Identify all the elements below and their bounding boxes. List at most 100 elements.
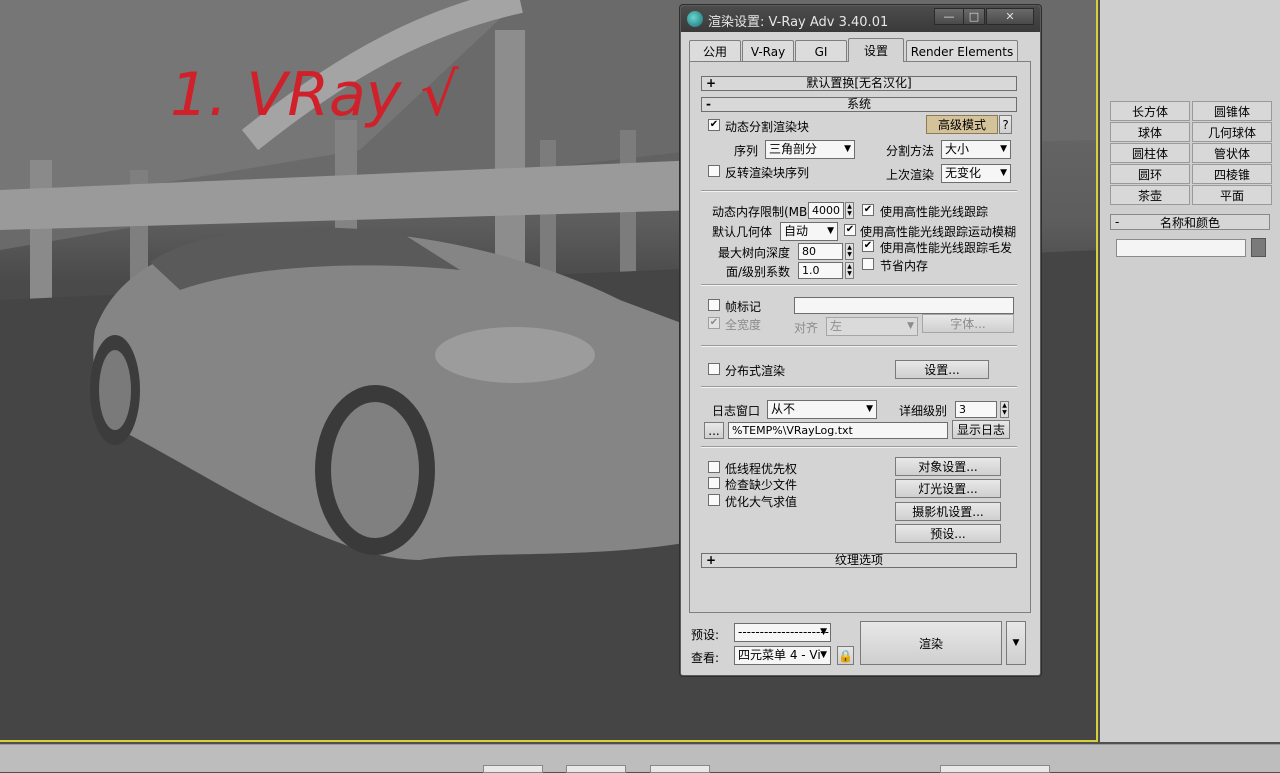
reverse-sequence-label: 反转渲染块序列 [725,166,810,180]
optimize-atmospherics-checkbox[interactable] [708,494,720,506]
rollout-title: 纹理选项 [834,553,883,567]
object-color-swatch[interactable] [1251,238,1266,257]
dialog-titlebar[interactable]: 渲染设置: V-Ray Adv 3.40.01 — □ ✕ [681,6,1040,32]
previous-render-value: 无变化 [945,166,982,180]
face-level-spinner[interactable]: 1.0 [798,262,843,279]
preset-value: --------------------- [738,625,829,639]
spinner-arrows-icon[interactable]: ▲ ▼ [1000,401,1009,418]
rollout-title: 默认置换[无名汉化] [806,76,912,90]
frame-stamp-field[interactable] [794,297,1014,314]
distributed-settings-button[interactable]: 设置... [895,360,989,379]
log-window-label: 日志窗口 [712,404,761,418]
log-path-field[interactable]: %TEMP%\VRayLog.txt [728,422,948,439]
full-width-checkbox[interactable]: ✔ [708,317,720,329]
memory-limit-label: 动态内存限制(MB) [712,205,812,219]
show-log-button[interactable]: 显示日志 [952,420,1010,439]
reverse-sequence-checkbox[interactable] [708,165,720,177]
maximize-button[interactable]: □ [963,8,985,25]
torus-button[interactable]: 圆环 [1110,164,1190,184]
help-button[interactable]: ? [999,115,1012,134]
annotation-text: 1. VRay √ [170,60,459,130]
plane-button[interactable]: 平面 [1192,185,1272,205]
box-button[interactable]: 长方体 [1110,101,1190,121]
embree-hair-checkbox[interactable]: ✔ [862,240,874,252]
conserve-memory-checkbox[interactable] [862,258,874,270]
frame-stamp-label: 帧标记 [725,300,762,314]
light-settings-button[interactable]: 灯光设置... [895,479,1001,498]
embree-checkbox[interactable]: ✔ [862,204,874,216]
preset-select[interactable]: --------------------- ▼ [734,623,831,642]
settings-tab-body: + 默认置换[无名汉化] - 系统 ✔ 动态分割渲染块 高级模式 ? 序列 三角… [689,61,1031,613]
sphere-button[interactable]: 球体 [1110,122,1190,142]
view-label: 查看: [691,651,720,665]
divider [701,190,1017,192]
sequence-select[interactable]: 三角剖分 ▼ [765,140,855,159]
tab-render-elements[interactable]: Render Elements [906,40,1018,62]
divider [701,284,1017,286]
spinner-arrows-icon[interactable]: ▲ ▼ [845,262,854,279]
check-missing-files-checkbox[interactable] [708,477,720,489]
split-method-label: 分割方法 [886,144,935,158]
texture-options-rollout[interactable]: + 纹理选项 [701,553,1017,568]
lock-icon: 🔒 [838,648,853,663]
system-rollout[interactable]: - 系统 [701,97,1017,112]
embree-motion-label: 使用高性能光线跟踪运动模糊 [860,225,1017,239]
close-button[interactable]: ✕ [986,8,1034,25]
max-tree-depth-spinner[interactable]: 80 [798,243,843,260]
teapot-button[interactable]: 茶壶 [1110,185,1190,205]
previous-render-select[interactable]: 无变化 ▼ [941,164,1011,183]
lock-view-button[interactable]: 🔒 [837,646,854,665]
advanced-mode-button[interactable]: 高级模式 [926,115,998,134]
name-color-rollout[interactable]: - 名称和颜色 [1110,214,1270,230]
memory-limit-spinner[interactable]: 4000 [808,202,844,219]
view-value: 四元菜单 4 - Vi [738,648,821,662]
max-tree-depth-label: 最大树向深度 [718,246,791,260]
tab-common[interactable]: 公用 [689,40,741,62]
object-settings-button[interactable]: 对象设置... [895,457,1001,476]
divider [701,345,1017,347]
split-method-select[interactable]: 大小 ▼ [941,140,1011,159]
chevron-down-icon: ▼ [1000,168,1007,178]
render-button[interactable]: 渲染 [860,621,1002,665]
justify-label: 对齐 [794,321,819,335]
geosphere-button[interactable]: 几何球体 [1192,122,1272,142]
view-select[interactable]: 四元菜单 4 - Vi ▼ [734,646,831,665]
default-geometry-select[interactable]: 自动 ▼ [780,222,838,241]
tab-vray[interactable]: V-Ray [742,40,794,62]
low-thread-priority-checkbox[interactable] [708,461,720,473]
presets-button[interactable]: 预设... [895,524,1001,543]
tube-button[interactable]: 管状体 [1192,143,1272,163]
cylinder-button[interactable]: 圆柱体 [1110,143,1190,163]
default-displacement-rollout[interactable]: + 默认置换[无名汉化] [701,76,1017,91]
dynamic-split-checkbox[interactable]: ✔ [708,119,720,131]
sequence-label: 序列 [734,144,759,158]
low-thread-priority-label: 低线程优先权 [725,462,798,476]
justify-select[interactable]: 左 ▼ [826,317,918,336]
minimize-button[interactable]: — [934,8,964,25]
distributed-render-checkbox[interactable] [708,363,720,375]
chevron-down-icon: ▼ [866,404,873,414]
command-panel: 长方体 圆锥体 球体 几何球体 圆柱体 管状体 圆环 四棱锥 茶壶 平面 - 名… [1100,0,1280,742]
log-window-select[interactable]: 从不 ▼ [767,400,877,419]
primitive-buttons: 长方体 圆锥体 球体 几何球体 圆柱体 管状体 圆环 四棱锥 茶壶 平面 [1110,101,1272,205]
spinner-arrows-icon[interactable]: ▲ ▼ [845,243,854,260]
rollout-plus-icon: + [706,76,717,90]
embree-motion-checkbox[interactable]: ✔ [844,224,856,236]
tab-settings[interactable]: 设置 [848,38,904,62]
tab-gi[interactable]: GI [795,40,847,62]
font-button[interactable]: 字体... [922,314,1014,333]
spinner-arrows-icon[interactable]: ▲ ▼ [845,202,854,219]
previous-render-label: 上次渲染 [886,168,935,182]
app-icon [687,11,703,27]
embree-hair-label: 使用高性能光线跟踪毛发 [880,241,1013,255]
frame-stamp-checkbox[interactable] [708,299,720,311]
cone-button[interactable]: 圆锥体 [1192,101,1272,121]
chevron-down-icon: ▼ [1000,144,1007,154]
camera-settings-button[interactable]: 摄影机设置... [895,502,1001,521]
verbose-level-spinner[interactable]: 3 [955,401,997,418]
dynamic-split-label: 动态分割渲染块 [725,120,810,134]
object-name-input[interactable] [1116,239,1246,257]
render-dropdown-button[interactable]: ▼ [1006,621,1026,665]
log-browse-button[interactable]: ... [704,422,724,439]
pyramid-button[interactable]: 四棱锥 [1192,164,1272,184]
